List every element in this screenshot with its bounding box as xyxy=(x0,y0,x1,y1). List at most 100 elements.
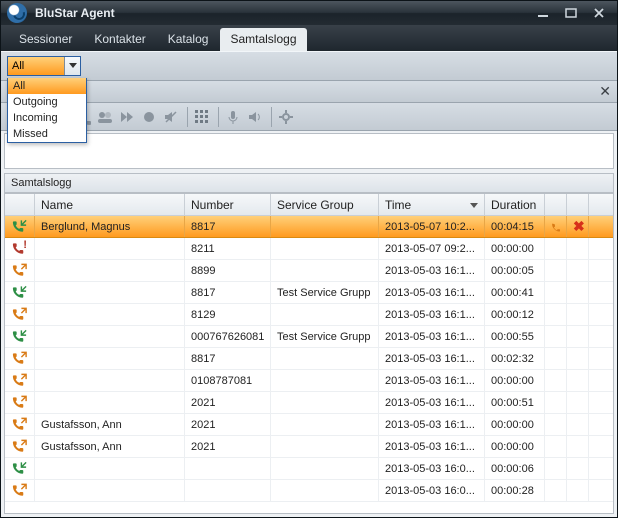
cell-service xyxy=(271,238,379,259)
app-title: BluStar Agent xyxy=(35,6,115,20)
cell-number: 2021 xyxy=(185,414,271,435)
row-delete-button xyxy=(567,260,589,281)
col-icon[interactable] xyxy=(5,194,35,215)
cell-name xyxy=(35,326,185,347)
cell-time: 2013-05-03 16:1... xyxy=(379,370,485,391)
cell-service xyxy=(271,414,379,435)
filter-option-all[interactable]: All xyxy=(8,78,86,94)
settings-icon[interactable] xyxy=(276,107,296,127)
panel-header-bar: ✕ xyxy=(1,81,617,103)
cell-number xyxy=(185,480,271,501)
table-row[interactable]: 000767626081Test Service Grupp2013-05-03… xyxy=(5,326,613,348)
table-row[interactable]: 01087870812013-05-03 16:1...00:00:00 xyxy=(5,370,613,392)
search-area[interactable] xyxy=(4,133,614,169)
col-action2[interactable] xyxy=(567,194,589,215)
cell-duration: 00:00:05 xyxy=(485,260,545,281)
tab-samtalslogg[interactable]: Samtalslogg xyxy=(220,28,306,51)
title-bar: BluStar Agent xyxy=(1,1,617,25)
cell-name: Berglund, Magnus xyxy=(35,216,185,237)
tab-sessioner[interactable]: Sessioner xyxy=(9,28,82,51)
cell-service xyxy=(271,436,379,457)
filter-dropdown[interactable]: AllOutgoingIncomingMissed xyxy=(7,78,87,143)
row-callback-button xyxy=(545,282,567,303)
table-row[interactable]: 88172013-05-03 16:1...00:02:32 xyxy=(5,348,613,370)
row-delete-button xyxy=(567,414,589,435)
table-row[interactable]: 2013-05-03 16:0...00:00:28 xyxy=(5,480,613,502)
close-button[interactable] xyxy=(587,5,611,21)
table-row[interactable]: 88992013-05-03 16:1...00:00:05 xyxy=(5,260,613,282)
table-row[interactable]: !82112013-05-07 09:2...00:00:00 xyxy=(5,238,613,260)
tab-kontakter[interactable]: Kontakter xyxy=(84,28,155,51)
cell-number: 2021 xyxy=(185,392,271,413)
cell-time: 2013-05-03 16:1... xyxy=(379,392,485,413)
call-direction-icon xyxy=(5,282,35,303)
conference-icon[interactable] xyxy=(95,107,115,127)
col-service[interactable]: Service Group xyxy=(271,194,379,215)
col-name-label: Name xyxy=(41,198,73,212)
row-callback-button xyxy=(545,370,567,391)
table-row[interactable]: Gustafsson, Ann20212013-05-03 16:1...00:… xyxy=(5,436,613,458)
col-time-label: Time xyxy=(385,198,411,212)
cell-duration: 00:00:00 xyxy=(485,414,545,435)
section-header: Samtalslogg xyxy=(4,173,614,193)
table-row[interactable]: 20212013-05-03 16:1...00:00:51 xyxy=(5,392,613,414)
maximize-button[interactable] xyxy=(559,5,583,21)
call-direction-icon xyxy=(5,370,35,391)
mic-icon[interactable] xyxy=(223,107,243,127)
call-direction-icon xyxy=(5,348,35,369)
cell-name xyxy=(35,260,185,281)
svg-text:!: ! xyxy=(23,240,27,251)
cell-time: 2013-05-03 16:0... xyxy=(379,458,485,479)
row-callback-button xyxy=(545,348,567,369)
col-time[interactable]: Time xyxy=(379,194,485,215)
cell-time: 2013-05-03 16:1... xyxy=(379,436,485,457)
table-row[interactable]: 81292013-05-03 16:1...00:00:12 xyxy=(5,304,613,326)
cell-name xyxy=(35,392,185,413)
row-delete-button[interactable]: ✖ xyxy=(567,216,589,237)
filter-combo[interactable]: All xyxy=(7,56,81,76)
table-row[interactable]: Gustafsson, Ann2021 2013-05-03 16:1...00:… xyxy=(5,414,613,436)
filter-option-missed[interactable]: Missed xyxy=(8,126,86,142)
fast-forward-icon[interactable] xyxy=(117,107,137,127)
cell-duration: 00:00:06 xyxy=(485,458,545,479)
cell-number: 8817 xyxy=(185,282,271,303)
mute-icon[interactable] xyxy=(161,107,181,127)
cell-name xyxy=(35,458,185,479)
row-callback-button xyxy=(545,238,567,259)
grid-body: Berglund, Magnus88172013-05-07 10:2...00… xyxy=(5,216,613,513)
toolbar-separator xyxy=(271,107,272,127)
col-duration[interactable]: Duration xyxy=(485,194,545,215)
row-delete-button xyxy=(567,282,589,303)
minimize-button[interactable] xyxy=(531,5,555,21)
speaker-icon[interactable] xyxy=(245,107,265,127)
cell-name: Gustafsson, Ann xyxy=(35,414,185,435)
cell-time: 2013-05-03 16:1... xyxy=(379,348,485,369)
cell-duration: 00:00:28 xyxy=(485,480,545,501)
cell-name: Gustafsson, Ann xyxy=(35,436,185,457)
cell-time: 2013-05-03 16:1... xyxy=(379,414,485,435)
panel-close-button[interactable]: ✕ xyxy=(599,83,611,100)
cell-duration: 00:00:41 xyxy=(485,282,545,303)
filter-dropdown-button[interactable] xyxy=(64,57,80,75)
sort-desc-icon xyxy=(470,198,478,212)
cell-time: 2013-05-03 16:1... xyxy=(379,326,485,347)
filter-option-incoming[interactable]: Incoming xyxy=(8,110,86,126)
col-name[interactable]: Name xyxy=(35,194,185,215)
toolbar-separator xyxy=(218,107,219,127)
filter-selected[interactable]: All xyxy=(8,57,64,75)
row-delete-button xyxy=(567,458,589,479)
col-action1[interactable] xyxy=(545,194,567,215)
table-row[interactable]: 2013-05-03 16:0...00:00:06 xyxy=(5,458,613,480)
table-row[interactable]: 8817Test Service Grupp2013-05-03 16:1...… xyxy=(5,282,613,304)
record-icon[interactable] xyxy=(139,107,159,127)
col-number[interactable]: Number xyxy=(185,194,271,215)
call-toolbar xyxy=(1,103,617,131)
row-delete-button xyxy=(567,436,589,457)
table-row[interactable]: Berglund, Magnus88172013-05-07 10:2...00… xyxy=(5,216,613,238)
row-callback-button[interactable] xyxy=(545,216,567,237)
app-logo-icon xyxy=(7,3,27,23)
filter-option-outgoing[interactable]: Outgoing xyxy=(8,94,86,110)
dialpad-icon[interactable] xyxy=(192,107,212,127)
row-callback-button xyxy=(545,480,567,501)
tab-katalog[interactable]: Katalog xyxy=(158,28,219,51)
